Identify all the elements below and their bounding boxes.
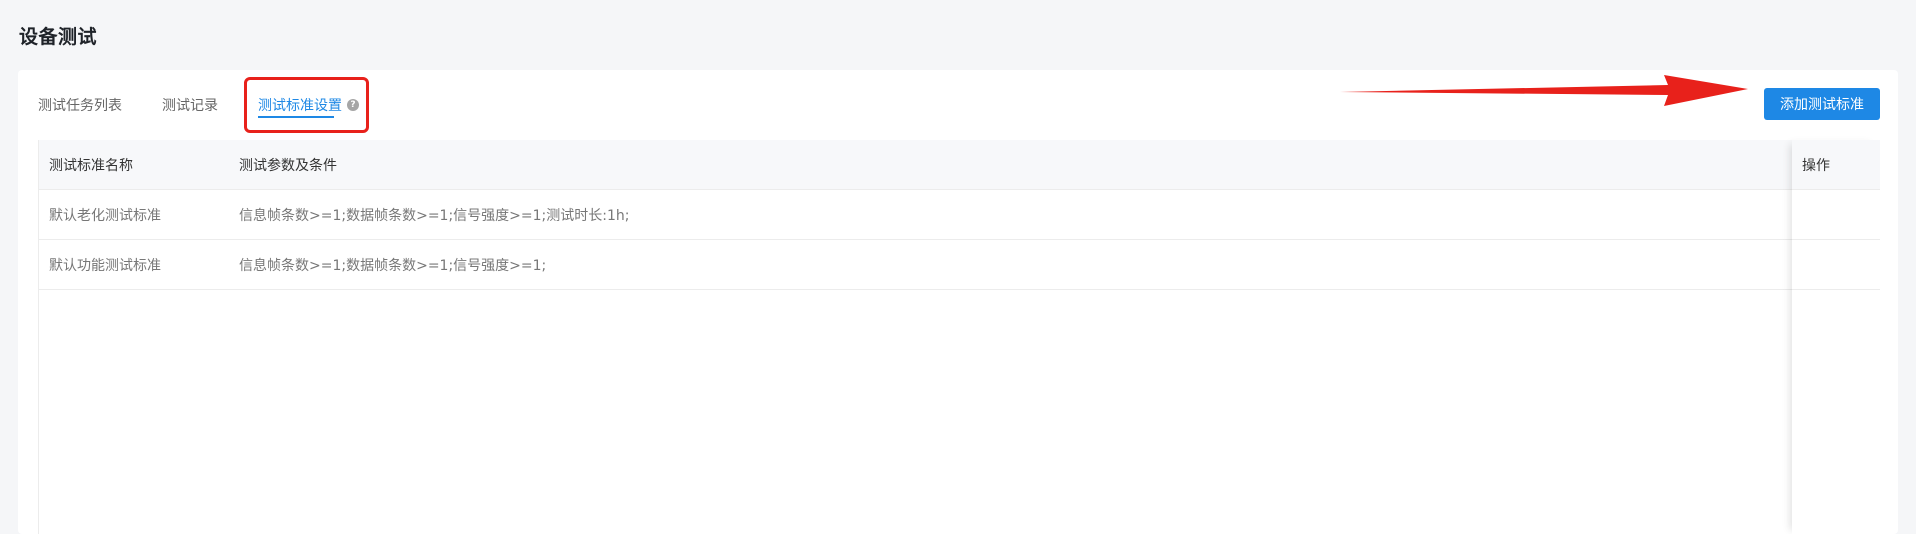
- annotation-arrow-icon: [1340, 75, 1748, 106]
- column-header-operations: 操作: [1792, 140, 1880, 190]
- operations-cell: [1792, 240, 1880, 290]
- cell-params: 信息帧条数>=1;数据帧条数>=1;信号强度>=1;: [239, 257, 547, 274]
- tab-label: 测试记录: [162, 98, 218, 114]
- tab-label: 测试标准设置: [258, 98, 342, 114]
- table-row[interactable]: 默认老化测试标准 信息帧条数>=1;数据帧条数>=1;信号强度>=1;测试时长:…: [39, 190, 1880, 240]
- add-test-standard-button[interactable]: 添加测试标准: [1764, 88, 1880, 120]
- column-header-params: 测试参数及条件: [239, 157, 337, 174]
- tab-test-standard-settings[interactable]: 测试标准设置 ?: [258, 70, 359, 140]
- operations-fixed-column: 操作: [1792, 140, 1880, 534]
- column-header-name: 测试标准名称: [49, 157, 133, 174]
- cell-standard-name: 默认老化测试标准: [49, 207, 161, 224]
- tab-label: 测试任务列表: [38, 98, 122, 114]
- tab-test-records[interactable]: 测试记录: [162, 70, 218, 140]
- standards-table: 测试标准名称 测试参数及条件 默认老化测试标准 信息帧条数>=1;数据帧条数>=…: [38, 140, 1880, 534]
- page-title: 设备测试: [19, 26, 98, 48]
- operations-cell: [1792, 190, 1880, 240]
- table-row[interactable]: 默认功能测试标准 信息帧条数>=1;数据帧条数>=1;信号强度>=1;: [39, 240, 1880, 290]
- question-circle-icon[interactable]: ?: [347, 99, 359, 111]
- cell-standard-name: 默认功能测试标准: [49, 257, 161, 274]
- tab-test-task-list[interactable]: 测试任务列表: [38, 70, 122, 140]
- cell-params: 信息帧条数>=1;数据帧条数>=1;信号强度>=1;测试时长:1h;: [239, 207, 630, 224]
- tab-bar: 测试任务列表 测试记录 测试标准设置 ?: [38, 70, 399, 140]
- main-card: 测试任务列表 测试记录 测试标准设置 ? 添加测试标准 测试标准名称 测试参数及…: [18, 70, 1898, 534]
- table-header: 测试标准名称 测试参数及条件: [39, 140, 1880, 190]
